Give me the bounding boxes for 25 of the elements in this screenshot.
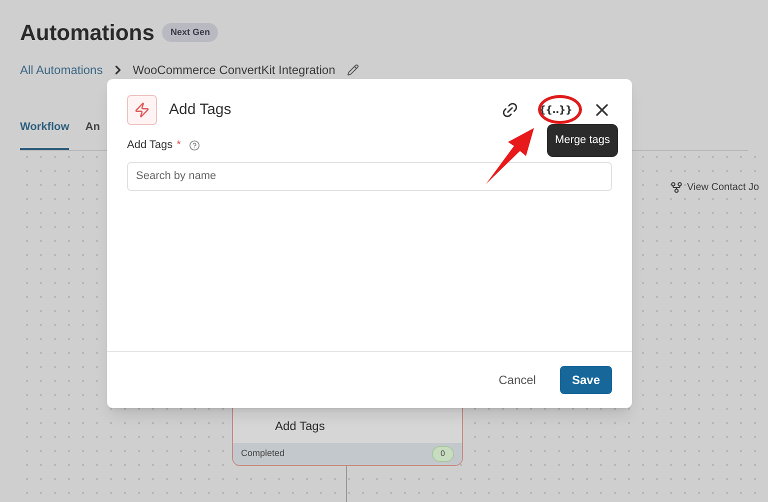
dialog-title: Add Tags [169, 100, 232, 120]
annotation-arrow [484, 126, 536, 186]
merge-tags-button[interactable]: {{..}} [538, 102, 572, 118]
cancel-button[interactable]: Cancel [498, 371, 536, 389]
field-label: Add Tags [127, 138, 173, 153]
annotation-ellipse [538, 95, 582, 124]
connector-line [346, 466, 347, 502]
tab[interactable]: An [85, 119, 100, 150]
edit-icon[interactable] [347, 64, 360, 76]
page-title: Automations [20, 19, 154, 47]
save-button[interactable]: Save [560, 366, 612, 394]
count-badge: 0 [432, 446, 454, 462]
search-field[interactable]: Search by name [127, 162, 612, 190]
help-icon[interactable] [188, 140, 200, 151]
automation-name: WooCommerce ConvertKit Integration [132, 62, 336, 79]
fork-icon [670, 181, 683, 194]
tab[interactable]: Workflow [20, 119, 70, 150]
next-gen-badge: Next Gen [162, 22, 218, 42]
lightning-icon [127, 95, 157, 125]
node-title: Add Tags [275, 418, 326, 435]
required-mark: * [176, 138, 181, 153]
tooltip: Merge tags [547, 124, 618, 156]
node-status: Completed [241, 447, 285, 460]
view-contact-journey-link[interactable]: View Contact Jo [670, 180, 760, 195]
breadcrumb-link[interactable]: All Automations [20, 61, 103, 79]
